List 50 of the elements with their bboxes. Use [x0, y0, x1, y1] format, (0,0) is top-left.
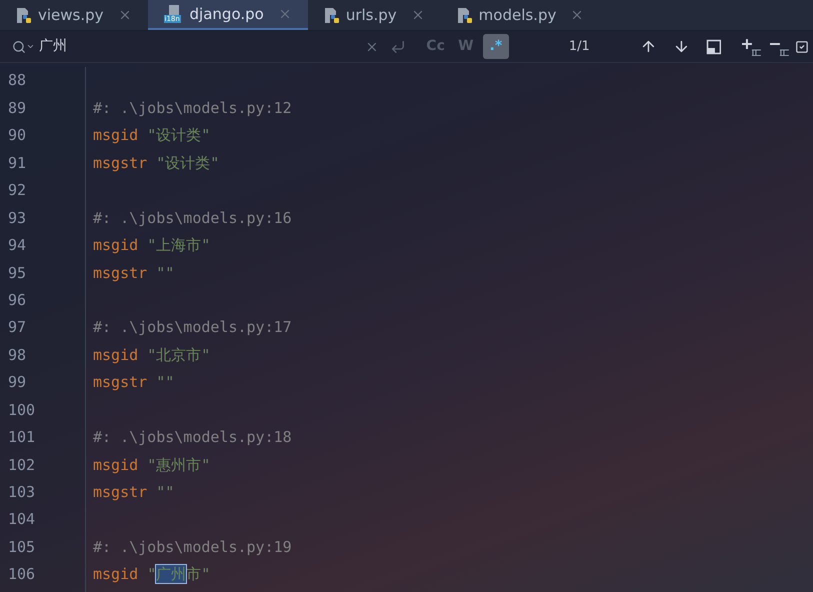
line-number: 95 [8, 262, 26, 284]
code-line: #: .\jobs\models.py:17 [93, 317, 292, 338]
python-file-icon [324, 6, 340, 24]
line-number: 101 [8, 427, 36, 448]
line-number: 97 [8, 317, 26, 338]
search-icon[interactable] [12, 40, 35, 54]
line-number: 103 [8, 482, 36, 504]
python-file-icon [16, 6, 32, 24]
line-number: 105 [8, 536, 36, 558]
code-line: msgstr "" [93, 262, 174, 284]
match-count: 1/1 [568, 38, 590, 56]
code-line: msgstr "" [93, 482, 174, 504]
tab-label: models.py [478, 4, 556, 26]
code-line: #: .\jobs\models.py:19 [93, 536, 292, 558]
line-number: 94 [8, 235, 26, 256]
code-line: msgid "北京市" [93, 344, 210, 366]
code-line: #: .\jobs\models.py:16 [93, 208, 292, 229]
add-occurrence-icon[interactable] [741, 38, 762, 56]
line-number: 99 [8, 372, 26, 394]
code-line: msgstr "设计类" [93, 152, 220, 174]
line-number: 91 [8, 152, 26, 174]
line-number: 93 [8, 208, 26, 229]
newline-icon[interactable] [390, 38, 406, 54]
select-all-icon[interactable] [795, 40, 809, 54]
tab-label: urls.py [346, 4, 397, 26]
code-line: #: .\jobs\models.py:18 [93, 427, 292, 448]
tab-label: views.py [38, 4, 104, 26]
line-number: 92 [8, 180, 26, 202]
line-number: 88 [8, 70, 26, 92]
line-number: 104 [8, 509, 36, 530]
window-icon[interactable] [706, 38, 722, 54]
line-number: 98 [8, 344, 26, 366]
code-line: msgid "惠州市" [93, 454, 210, 476]
line-number: 89 [8, 98, 26, 119]
line-number: 90 [8, 125, 26, 146]
code-line: #: .\jobs\models.py:12 [93, 98, 292, 119]
code-line: msgid "广州市" [93, 564, 210, 586]
code-line: msgstr "" [93, 372, 174, 394]
python-file-icon [456, 6, 473, 24]
code-line: msgid "上海市" [93, 235, 210, 256]
code-line: msgid "设计类" [93, 125, 210, 146]
line-number: 96 [8, 290, 26, 311]
search-field[interactable]: 广州 [39, 36, 357, 57]
editor-tab[interactable]: views.py [0, 0, 148, 30]
editor-tab[interactable]: urls.py [308, 0, 441, 30]
line-number: 100 [8, 400, 36, 421]
line-number: 102 [8, 454, 36, 476]
line-number: 106 [8, 564, 36, 586]
editor-tab[interactable]: models.py [440, 0, 600, 30]
tab-label: django.po [190, 4, 264, 25]
